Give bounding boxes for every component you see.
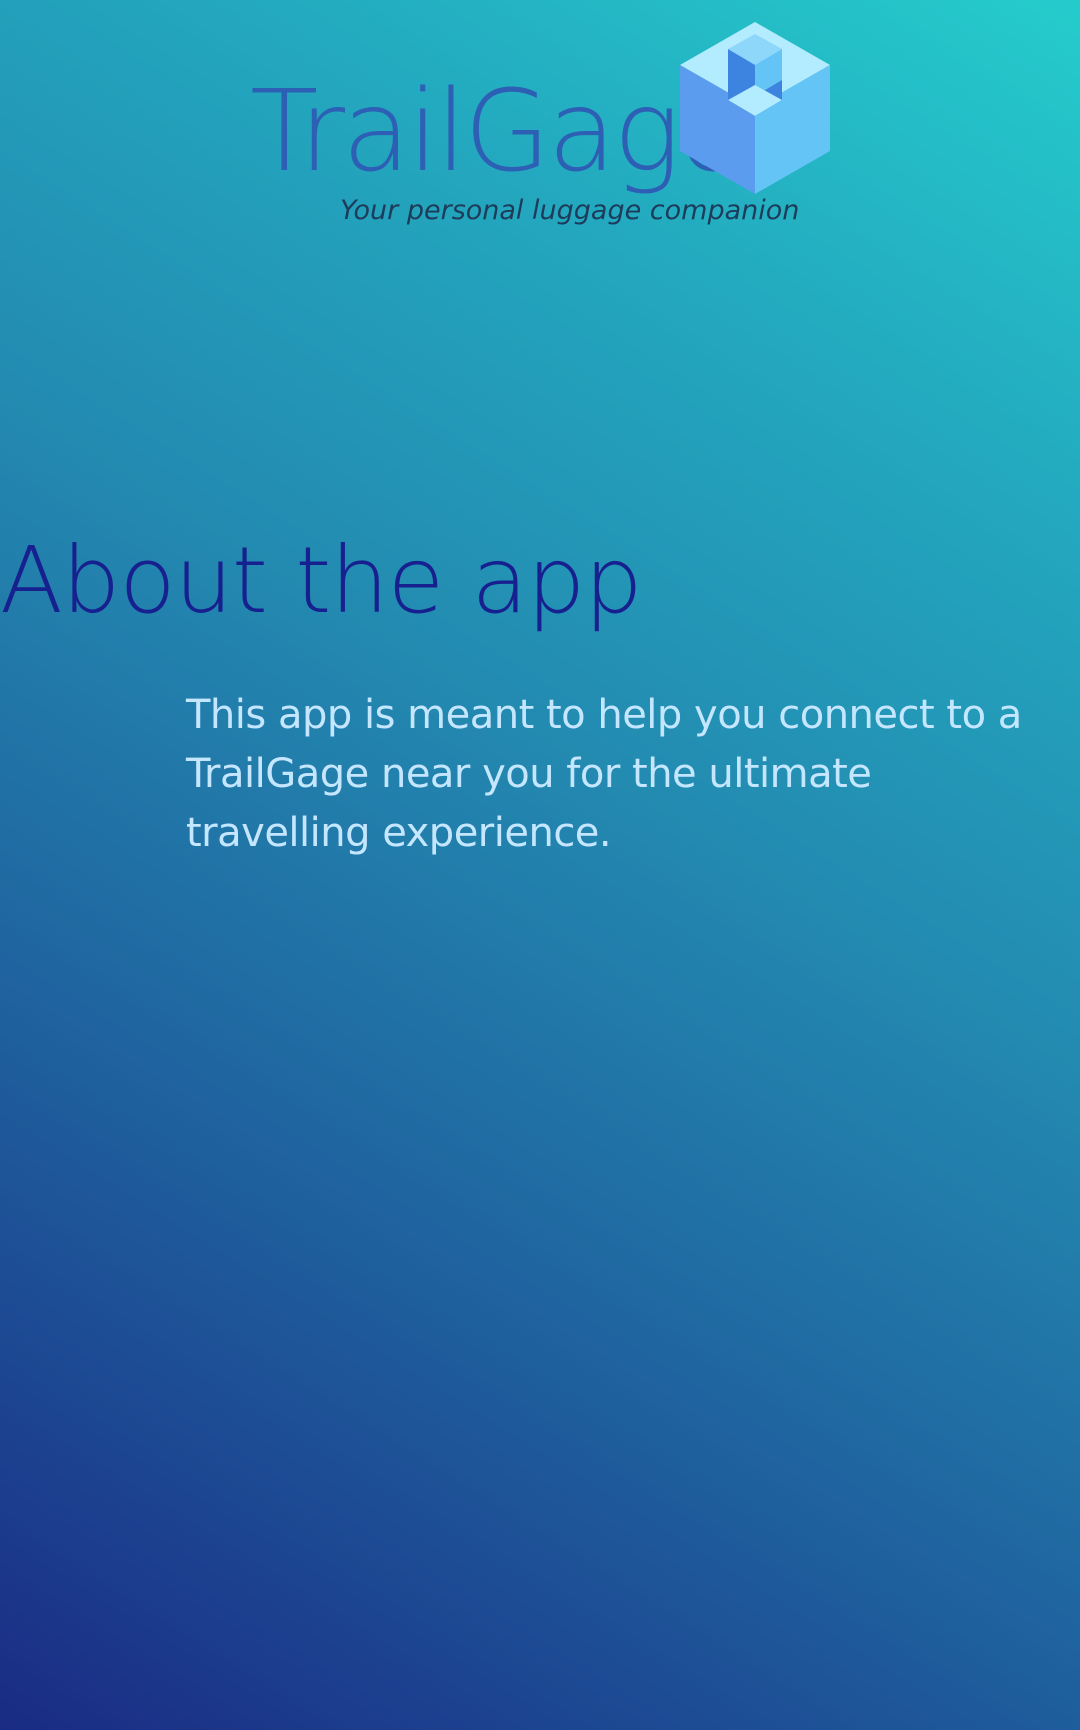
cube-icon: [680, 22, 830, 194]
logo-wordmark: TrailGage: [250, 67, 746, 197]
logo-tagline: Your personal luggage companion: [340, 195, 800, 226]
page-title: About the app: [0, 527, 643, 634]
trailgage-logo: TrailGage Your personal luggage companio…: [250, 22, 830, 232]
about-description: This app is meant to help you connect to…: [186, 692, 1022, 856]
